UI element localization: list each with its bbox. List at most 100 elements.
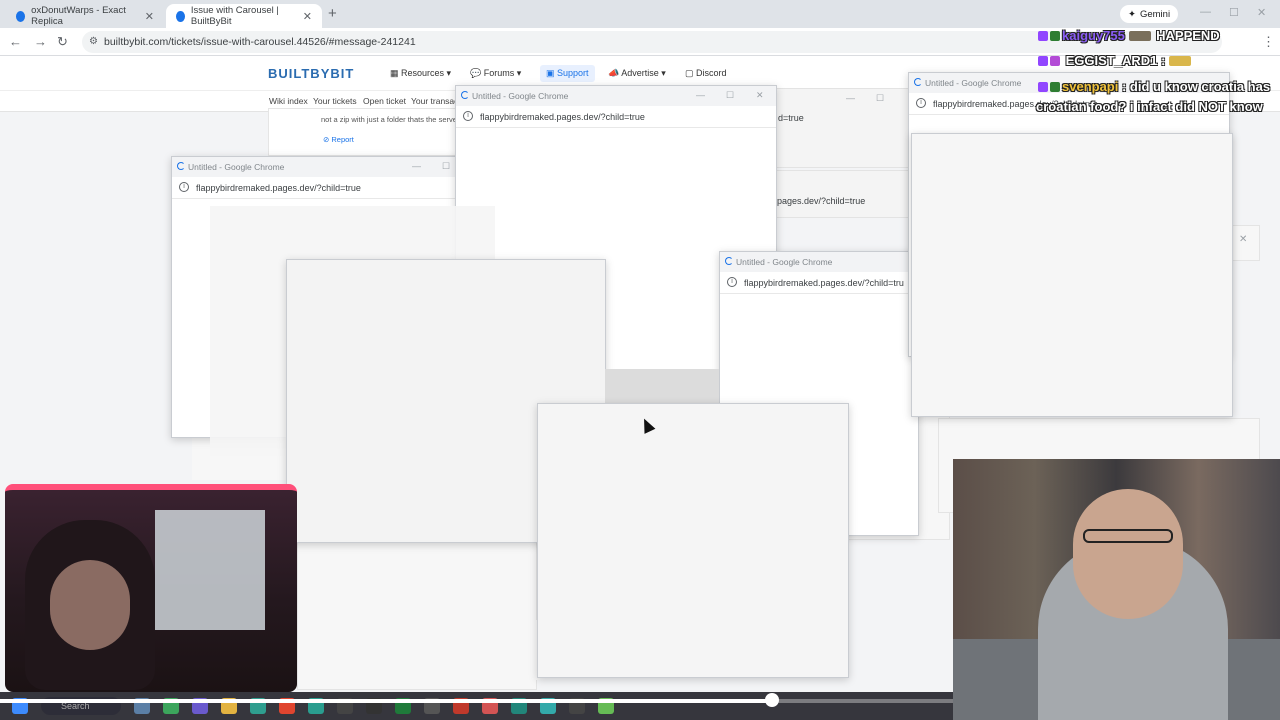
popup-window-ghost [297,540,537,690]
chat-username: svenpapi [1062,79,1119,94]
popup-titlebar[interactable]: Untitled - Google Chrome — ☐ [172,157,460,177]
info-icon: i [916,98,926,108]
minimize-icon[interactable]: — [1200,6,1211,18]
popup-window-ghost [508,620,540,680]
site-logo[interactable]: BUILTBYBIT [268,66,354,81]
nav-discord[interactable]: ▢ Discord [685,68,727,79]
chat-message: kaiguy755 HAPPEND [1038,28,1220,43]
tab-issue-with-carousel[interactable]: Issue with Carousel | BuiltByBit ✕ [166,4,322,28]
popup-url: pages.dev/?child=true [777,196,866,206]
video-progress-bar[interactable] [0,699,953,703]
nav-advertise[interactable]: 📣 Advertise ▾ [608,68,666,79]
tab-title: Issue with Carousel | BuiltByBit [190,5,279,27]
chat-text: EGGIST_ARD1 : [1065,53,1166,68]
popup-address-bar: i flappybirdremaked.pages.dev/?child=tru… [456,106,776,128]
loading-spinner-icon [725,257,733,265]
webcam-left [5,484,297,692]
popup-url: flappybirdremaked.pages.dev/?child=true [196,182,361,193]
webcam-right [953,459,1280,720]
subnav-open-ticket[interactable]: Open ticket [363,96,406,106]
chat-text: : did u know croatia has [1121,79,1271,94]
gemini-label: Gemini [1139,8,1171,20]
bookshelf [155,510,265,630]
loading-spinner-icon [914,78,922,86]
loading-spinner-icon [461,91,469,99]
forward-icon[interactable]: → [34,34,47,49]
info-icon: i [179,182,189,192]
emote-icon [1168,56,1191,66]
popup-window-ghost: pages.dev/?child=true [772,170,912,218]
builtbybit-favicon-icon [16,10,26,22]
tab-strip: oxDonutWarps - Exact Replica ✕ Issue wit… [0,0,1280,28]
popup-address-bar: i flappybirdremaked.pages.dev/?child=tru… [172,177,460,199]
close-tab-icon[interactable]: ✕ [145,10,154,23]
subnav-your-tickets[interactable]: Your tickets [313,96,357,106]
site-info-icon[interactable]: ⚙ [89,36,98,47]
popup-url: d=true [778,113,804,123]
person-face [50,560,130,650]
nav-support[interactable]: ▣ Support [540,65,595,82]
loading-spinner-icon [177,162,185,170]
video-progress-fill [0,699,772,703]
subnav-your-transactions[interactable]: Your transac [411,96,458,106]
maximize-icon[interactable]: ☐ [442,161,450,172]
emote-icon [1128,31,1151,41]
nav-forums[interactable]: 💬 Forums ▾ [470,68,521,79]
sparkle-icon: ✦ [1128,8,1136,20]
popup-title: Untitled - Google Chrome [925,78,1022,88]
popup-url: flappybirdremaked.pages.dev/?child=true [480,111,645,122]
popup-titlebar[interactable]: Untitled - Google Chrome [720,252,918,272]
glasses [1083,529,1173,543]
video-progress-handle[interactable] [764,693,779,707]
tab-oxdonutwarps[interactable]: oxDonutWarps - Exact Replica ✕ [6,4,164,28]
twitch-badge-icon [1038,56,1048,66]
chat-message: croatian food? i infact did NOT know [1036,99,1263,114]
minimize-icon[interactable]: — [696,90,705,100]
chat-text: HAPPEND [1156,28,1220,43]
sub-badge-icon [1050,56,1060,66]
subnav-wiki-index[interactable]: Wiki index [269,96,308,106]
popup-window-ghost: — ☐ d=true [775,88,915,168]
minimize-icon[interactable]: — [846,93,855,103]
window-gap [605,369,719,403]
chat-text: croatian food? i infact did NOT know [1036,99,1263,114]
builtbybit-favicon-icon [176,10,185,22]
twitch-badge-icon [1038,31,1048,41]
menu-icon[interactable]: ⋮ [1262,34,1275,50]
gemini-button[interactable]: ✦ Gemini [1120,5,1179,23]
chat-message: svenpapi : did u know croatia has [1038,79,1270,94]
tab-title: oxDonutWarps - Exact Replica [31,5,126,27]
maximize-icon[interactable]: ☐ [1229,6,1239,19]
message-text: not a zip with just a folder thats the s… [321,115,457,124]
mod-badge-icon [1050,82,1060,92]
minimize-icon[interactable]: — [412,161,421,171]
maximize-icon[interactable]: ☐ [876,93,884,104]
person-face [1073,489,1183,619]
popup-title: Untitled - Google Chrome [188,162,285,172]
new-tab-icon[interactable]: + [328,5,337,22]
maximize-icon[interactable]: ☐ [726,90,734,101]
url-text: builtbybit.com/tickets/issue-with-carous… [104,36,416,48]
close-tab-icon[interactable]: ✕ [303,10,312,23]
chat-message: EGGIST_ARD1 : [1038,53,1193,68]
popup-window-blank[interactable] [537,403,849,678]
chat-username: kaiguy755 [1062,28,1125,43]
popup-title: Untitled - Google Chrome [472,91,569,101]
popup-address-bar: i flappybirdremaked.pages.dev/?child=tru [720,272,918,294]
popup-title: Untitled - Google Chrome [736,257,833,267]
close-window-icon[interactable]: ✕ [1257,6,1266,19]
popup-window-blank[interactable] [911,133,1233,417]
back-icon[interactable]: ← [9,34,22,49]
info-icon: i [727,277,737,287]
reload-icon[interactable]: ↻ [57,34,68,50]
twitch-badge-icon [1038,82,1048,92]
taskbar: Search [0,692,953,720]
info-icon: i [463,111,473,121]
close-window-icon[interactable]: ✕ [1239,234,1247,245]
close-window-icon[interactable]: ✕ [756,90,764,101]
mod-badge-icon [1050,31,1060,41]
popup-titlebar[interactable]: Untitled - Google Chrome — ☐ ✕ [456,86,776,106]
popup-url: flappybirdremaked.pages.dev/?child=tru [744,277,904,288]
report-link[interactable]: ⊘ Report [323,135,354,144]
nav-resources[interactable]: ▦ Resources ▾ [390,68,451,79]
